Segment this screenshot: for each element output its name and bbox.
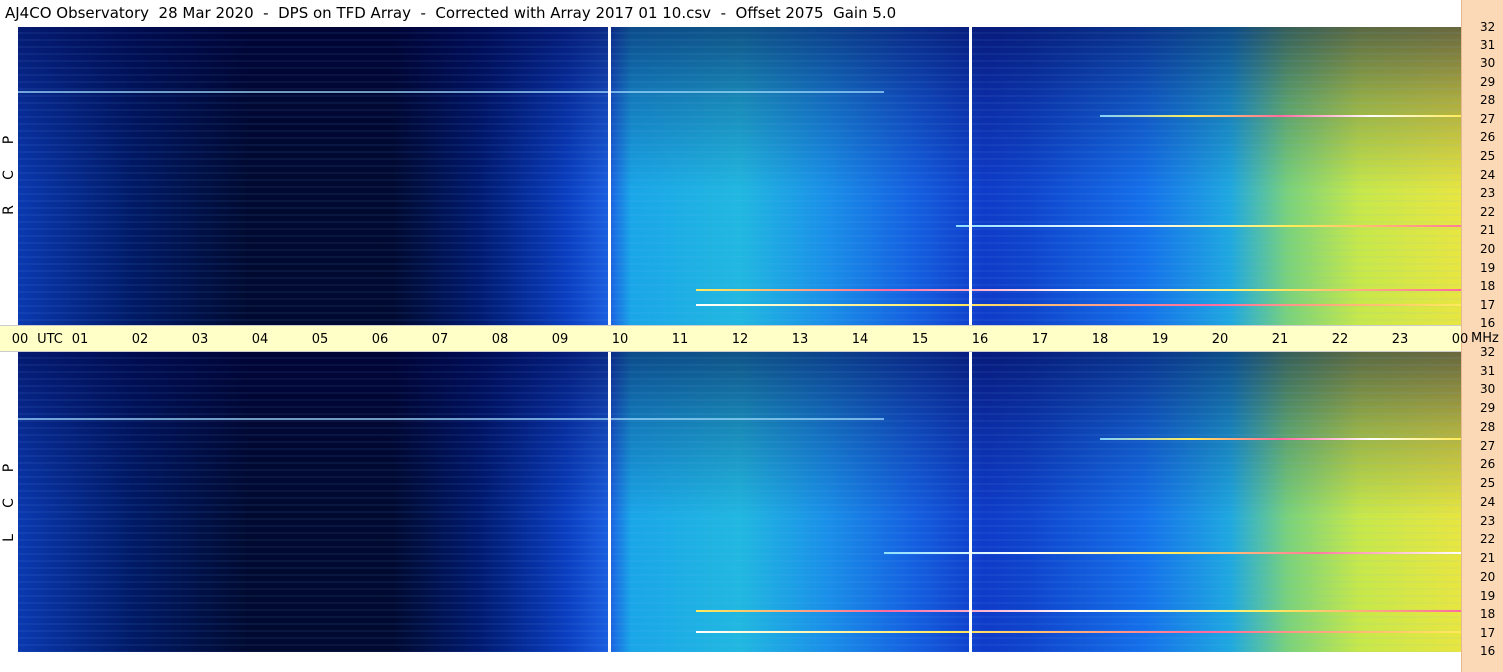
frequency-label: 18 <box>1480 607 1496 621</box>
frequency-label: 28 <box>1480 420 1496 434</box>
frequency-label: 21 <box>1480 223 1496 237</box>
frequency-label: 32 <box>1480 345 1496 359</box>
frequency-label: 23 <box>1480 514 1496 528</box>
time-divider <box>608 27 611 325</box>
time-axis-label: 16 <box>971 332 989 347</box>
frequency-label: 24 <box>1480 168 1496 182</box>
frequency-label: 31 <box>1480 364 1496 378</box>
frequency-label: 23 <box>1480 186 1496 200</box>
time-axis-label: 07 <box>431 332 449 347</box>
frequency-label: 19 <box>1480 589 1496 603</box>
spectrogram-upper <box>18 27 1461 325</box>
title-bar: AJ4CO Observatory 28 Mar 2020 - DPS on T… <box>0 0 1461 27</box>
time-axis-label: 23 <box>1391 332 1409 347</box>
time-axis-label: 11 <box>671 332 689 347</box>
time-axis-label: 18 <box>1091 332 1109 347</box>
frequency-label: 29 <box>1480 401 1496 415</box>
frequency-label: 31 <box>1480 38 1496 52</box>
frequency-label: 30 <box>1480 56 1496 70</box>
time-axis-label: 06 <box>371 332 389 347</box>
frequency-label: 16 <box>1480 316 1496 330</box>
frequency-label: 17 <box>1480 626 1496 640</box>
polarization-letter: P <box>1 463 17 473</box>
time-axis-label: 01 <box>71 332 89 347</box>
time-axis-first-label: 00 <box>11 332 29 347</box>
time-axis-label: 14 <box>851 332 869 347</box>
time-axis-utc-label: UTC <box>37 332 63 347</box>
time-axis-label: 09 <box>551 332 569 347</box>
time-axis-label: 22 <box>1331 332 1349 347</box>
polarization-letter: P <box>1 135 17 145</box>
time-axis-label: 13 <box>791 332 809 347</box>
frequency-unit-label: MHz <box>1471 331 1499 346</box>
frequency-label: 22 <box>1480 532 1496 546</box>
time-divider <box>969 27 972 325</box>
time-axis-label: 19 <box>1151 332 1169 347</box>
time-axis-label: 02 <box>131 332 149 347</box>
time-axis-label: 04 <box>251 332 269 347</box>
frequency-label: 27 <box>1480 112 1496 126</box>
time-axis-label: 05 <box>311 332 329 347</box>
polarization-label-upper: P C R <box>0 27 18 325</box>
frequency-label: 28 <box>1480 93 1496 107</box>
time-divider <box>608 352 611 652</box>
time-axis-label: 10 <box>611 332 629 347</box>
time-axis-label: 21 <box>1271 332 1289 347</box>
frequency-label: 20 <box>1480 570 1496 584</box>
frequency-label: 25 <box>1480 476 1496 490</box>
frequency-label: 30 <box>1480 382 1496 396</box>
polarization-letter: R <box>1 205 17 215</box>
polarization-letter: C <box>1 498 17 508</box>
frequency-label: 25 <box>1480 149 1496 163</box>
frequency-label: 29 <box>1480 75 1496 89</box>
time-axis-label: 12 <box>731 332 749 347</box>
frequency-label: 26 <box>1480 130 1496 144</box>
frequency-label: 26 <box>1480 457 1496 471</box>
frequency-label: 19 <box>1480 261 1496 275</box>
time-axis-label: 20 <box>1211 332 1229 347</box>
frequency-label: 16 <box>1480 644 1496 658</box>
time-axis-label: 15 <box>911 332 929 347</box>
spectrogram-lower <box>18 352 1461 652</box>
frequency-label: 24 <box>1480 495 1496 509</box>
polarization-letter: C <box>1 170 17 180</box>
time-axis-label: 03 <box>191 332 209 347</box>
polarization-label-lower: P C L <box>0 352 18 652</box>
time-divider <box>969 352 972 652</box>
frequency-label: 22 <box>1480 205 1496 219</box>
frequency-label: 21 <box>1480 551 1496 565</box>
polarization-letter: L <box>1 534 17 542</box>
time-axis-label: 17 <box>1031 332 1049 347</box>
frequency-label: 27 <box>1480 439 1496 453</box>
frequency-label: 17 <box>1480 298 1496 312</box>
frequency-label: 32 <box>1480 20 1496 34</box>
time-axis-label: 08 <box>491 332 509 347</box>
frequency-label: 18 <box>1480 279 1496 293</box>
time-axis-bar: 00 UTC 01 02 03 04 05 06 07 08 09 10 11 … <box>0 325 1468 352</box>
time-axis-last-label: 00 <box>1451 332 1469 347</box>
page-title: AJ4CO Observatory 28 Mar 2020 - DPS on T… <box>5 4 897 22</box>
frequency-label: 20 <box>1480 242 1496 256</box>
